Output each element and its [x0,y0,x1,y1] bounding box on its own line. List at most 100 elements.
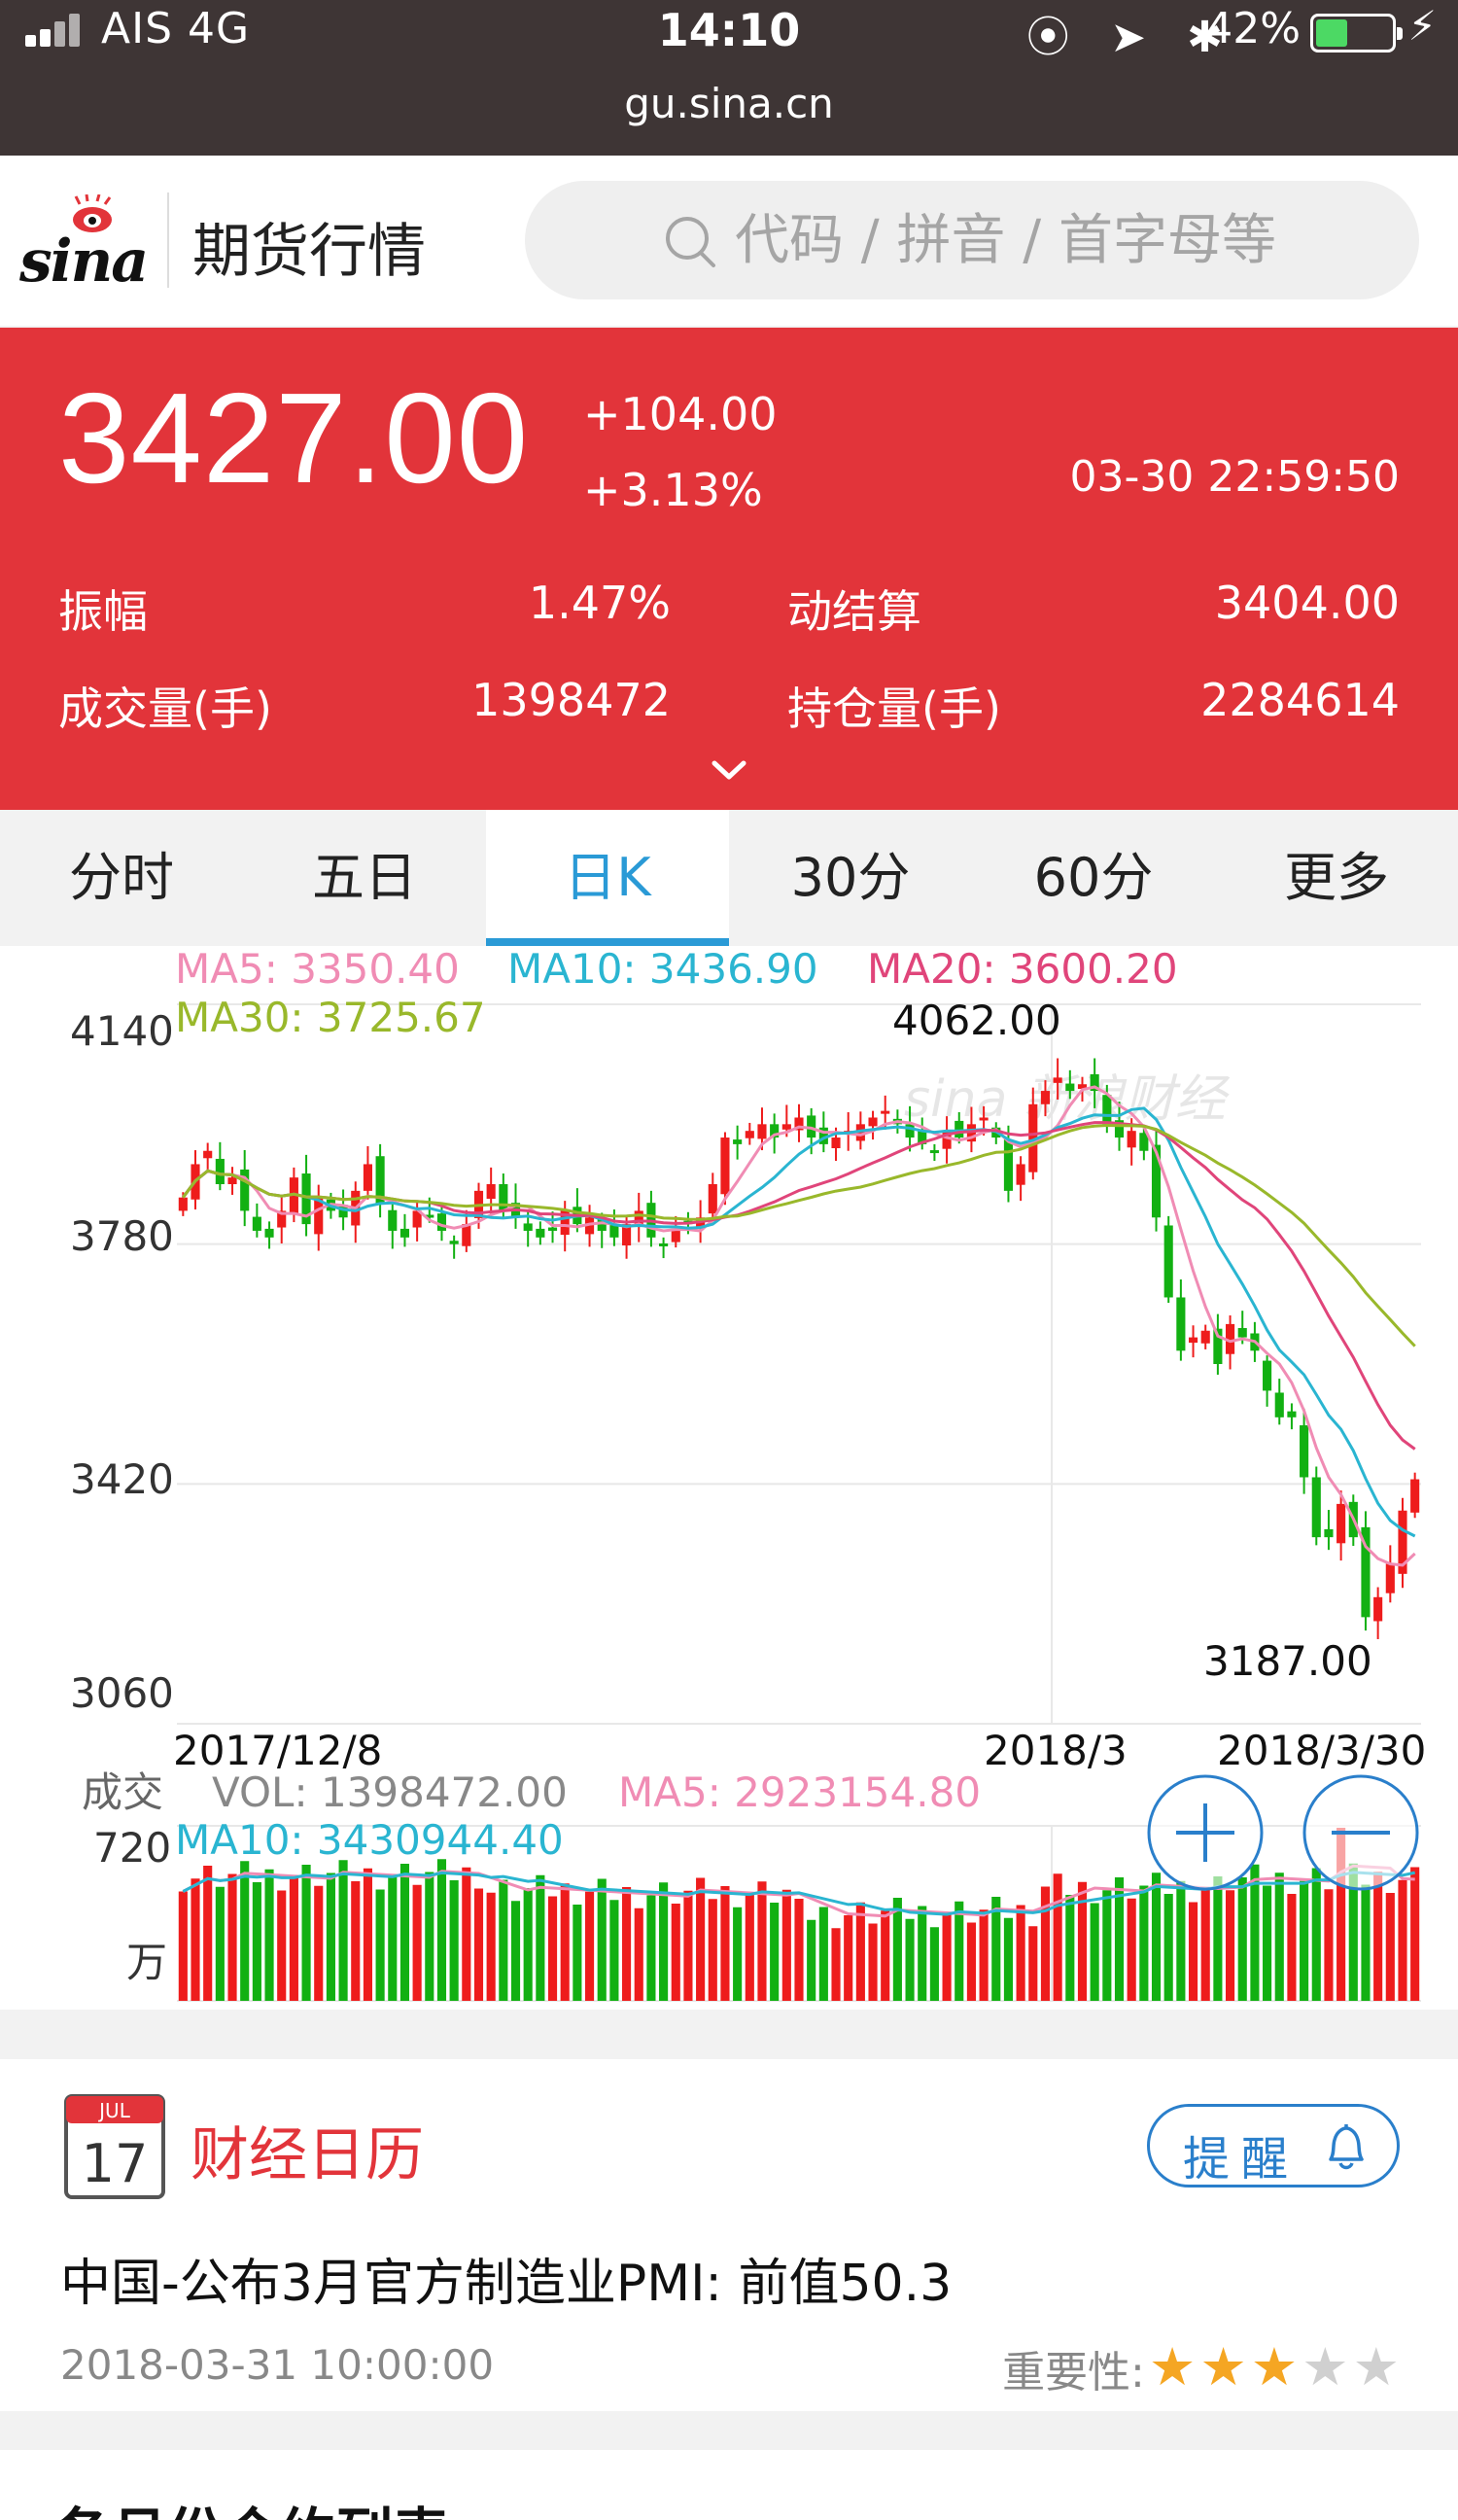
tab-daily-k[interactable]: 日K [486,810,729,946]
y-tick-3420: 3420 [70,1455,174,1503]
candle-body [1102,1095,1112,1125]
volume-bar [966,1922,976,2001]
tab-60min[interactable]: 60分 [972,810,1215,946]
candle-body [1274,1392,1284,1418]
candle-body [659,1242,669,1246]
candle-body [1410,1479,1420,1513]
zoom-in-button[interactable] [1147,1774,1264,1891]
remind-button[interactable]: 提醒 [1147,2104,1400,2188]
volume-bar [547,1896,558,2001]
calendar-title: 财经日历 [191,2121,424,2189]
volume-bar [289,1877,298,2001]
volume-bar [1053,1873,1062,2001]
volume-bar [683,1890,693,2001]
tab-30min[interactable]: 30分 [729,810,972,946]
chevron-down-icon[interactable] [710,755,748,785]
volume-bar [449,1880,459,2001]
volume-bar [1188,1902,1198,2001]
volume-bar [868,1923,878,2001]
volume-bar [560,1883,570,2001]
tab-five-day[interactable]: 五日 [243,810,486,946]
candle-body [1263,1360,1272,1391]
volume-bar [918,1906,927,2001]
zoom-out-button[interactable] [1302,1774,1419,1891]
volume-bar [399,1864,410,2001]
volume-bar [499,1879,508,2001]
search-box[interactable] [525,181,1419,299]
sina-logo[interactable]: sina [19,194,165,296]
star-icon: ★ [1302,2336,1349,2398]
star-rating: ★★★★★ [1145,2341,1400,2396]
battery-percent: 42% [1205,4,1301,53]
candle-body [1163,1225,1173,1298]
volume-bar [436,1859,447,2001]
volume-bar [794,1899,804,2001]
volume-bar [227,1873,237,2001]
volume-bar [1176,1880,1186,2001]
candle-body [929,1150,939,1154]
volume-bar [301,1865,311,2001]
watermark: sina 新浪财经 [904,1070,1231,1129]
x-label-end: 2018/3/30 [1217,1727,1426,1774]
candle-body [536,1228,545,1238]
volume-label: 成交量(手) [58,682,272,735]
search-input[interactable] [735,204,1357,276]
volume-bar [609,1900,619,2001]
volume-bar [844,1915,853,2001]
volume-bar [462,1867,471,2001]
amplitude-value: 1.47% [528,577,671,629]
candle-body [363,1164,372,1191]
volume-bar [240,1861,250,2001]
candle-body [264,1228,274,1238]
high-price-label: 4062.00 [892,997,1061,1044]
volume-bar [1003,1917,1014,2001]
event-time: 2018-03-31 10:00:00 [60,2341,495,2389]
candle-body [1003,1139,1014,1191]
x-label-mid: 2018/3 [984,1727,1128,1774]
candle-body [227,1177,237,1184]
volume-bar [277,1890,287,2001]
candle-body [449,1241,459,1244]
volume-bar [929,1927,939,2001]
volume-bar [1274,1872,1284,2001]
candle-body [1176,1297,1186,1351]
legend-ma30: MA30: 3725.67 [175,994,486,1041]
volume-bar [178,1891,188,2001]
settlement-label: 动结算 [787,585,921,638]
kline-chart-area[interactable]: sina 新浪财经 MA5: 3350.40 MA10: 3436.90 MA2… [0,946,1458,2010]
candle-body [745,1131,754,1138]
quote-panel: 3427.00 +104.00 +3.13% 03-30 22:59:50 振幅… [0,328,1458,810]
candle-body [1200,1330,1210,1344]
volume-ma10-label: MA10: 3430944.40 [175,1816,564,1864]
page-title: 期货行情 [192,218,426,286]
volume-bar [1263,1885,1272,2001]
x-label-start: 2017/12/8 [173,1727,382,1774]
contract-list-section: 各月份合约列表 [0,2450,1458,2520]
open-interest-label: 持仓量(手) [787,682,1001,735]
volume-bar [215,1886,225,2001]
volume-y-top: 720 [93,1824,171,1872]
candle-body [436,1213,447,1231]
star-icon: ★ [1148,2336,1197,2398]
tab-more[interactable]: 更多 [1215,810,1458,946]
volume-bar [1398,1879,1407,2001]
volume-bar [486,1892,496,2001]
volume-bar [1385,1893,1395,2001]
kline-chart[interactable]: sina 新浪财经 MA5: 3350.40 MA10: 3436.90 MA2… [0,946,1458,2010]
candle-body [671,1230,680,1242]
volume-bar [881,1910,890,2001]
star-icon: ★ [1352,2336,1400,2398]
candle-body [868,1117,878,1127]
address-bar-url[interactable]: gu.sina.cn [0,80,1458,127]
volume-bar [770,1903,780,2001]
candle-body [1311,1477,1321,1538]
volume-bar [1213,1876,1223,2001]
status-bar: AIS 4G 14:10 ⦿ ➤ ✱ 42% ⚡ gu.sina.cn [0,0,1458,156]
tab-intraday[interactable]: 分时 [0,810,243,946]
event-description[interactable]: 中国-公布3月官方制造业PMI: 前值50.3 [60,2242,952,2315]
volume-bar [326,1872,335,2001]
candle-body [1324,1528,1334,1538]
amplitude-label: 振幅 [58,585,148,638]
volume-bar [622,1887,632,2001]
volume-bar [831,1928,841,2001]
